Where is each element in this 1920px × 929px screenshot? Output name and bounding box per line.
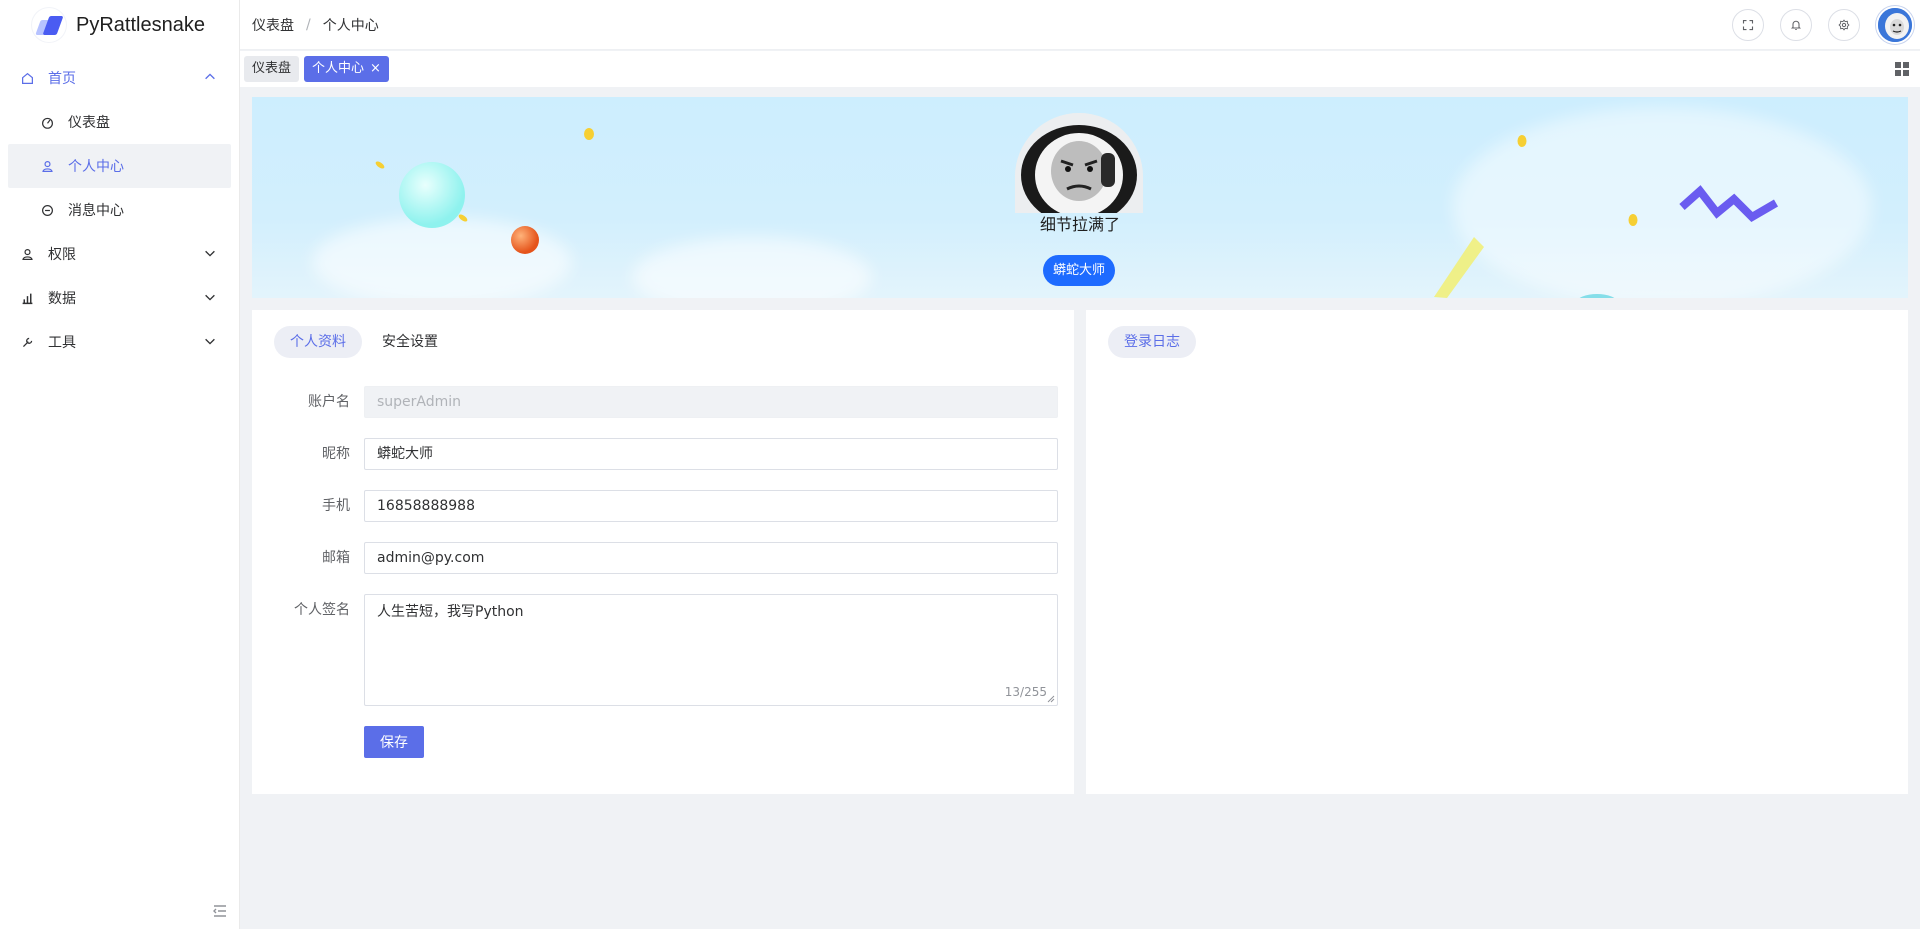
profile-nickname: 细节拉满了 [1039,215,1120,234]
sidebar-item-permission[interactable]: 权限 [0,232,239,276]
chevron-down-icon [205,250,215,257]
sidebar-item-profile[interactable]: 个人中心 [8,144,231,188]
tab-login-log[interactable]: 登录日志 [1108,326,1196,358]
tab-security-settings[interactable]: 安全设置 [366,326,454,358]
collapse-sidebar-icon[interactable] [212,903,228,919]
login-log-card: 登录日志 [1086,310,1908,794]
breadcrumb-item: 个人中心 [322,17,379,34]
tab-label: 仪表盘 [252,61,292,76]
profile-card: 个人资料 安全设置 账户名 superAdmin 昵称 蟒蛇大师 手机 1685… [252,310,1074,794]
account-field: superAdmin [364,386,1058,418]
signature-text: 人生苦短，我写Python [377,604,524,620]
profile-tabs: 个人资料 安全设置 [274,326,458,358]
chevron-up-icon [205,73,215,80]
account-label: 账户名 [308,394,350,410]
chart-icon [20,291,34,305]
avatar-image-icon [1878,8,1912,42]
breadcrumb: 仪表盘 / 个人中心 [240,15,379,35]
nickname-label: 昵称 [322,446,350,462]
email-label: 邮箱 [322,550,350,566]
resize-handle-icon[interactable] [1047,695,1055,703]
profile-banner: 细节拉满了 蟒蛇大师 [252,97,1908,298]
user-avatar[interactable] [1876,6,1914,44]
save-button[interactable]: 保存 [364,726,424,758]
header-actions [1716,0,1920,50]
grid-menu-icon[interactable] [1894,61,1910,77]
phone-field[interactable]: 16858888988 [364,490,1058,522]
char-counter: 13/255 [1004,685,1047,699]
signature-textarea[interactable]: 人生苦短，我写Python 13/255 [364,594,1058,706]
chevron-down-icon [205,338,215,345]
email-field[interactable]: admin@py.com [364,542,1058,574]
sidebar-item-label: 工具 [48,335,76,351]
sidebar-item-label: 首页 [48,71,76,87]
tab-label: 个人中心 [312,61,365,76]
nickname-row: 昵称 蟒蛇大师 [252,438,1074,470]
sidebar-item-dashboard[interactable]: 仪表盘 [0,100,239,144]
settings-button[interactable] [1828,9,1860,41]
home-icon [20,71,34,85]
tab-dashboard[interactable]: 仪表盘 [244,56,300,82]
phone-row: 手机 16858888988 [252,490,1074,522]
email-row: 邮箱 admin@py.com [252,542,1074,574]
app-logo[interactable]: PyRattlesnake [0,0,239,50]
message-icon [40,203,54,217]
chevron-down-icon [205,294,215,301]
fullscreen-button[interactable] [1732,9,1764,41]
log-tabs: 登录日志 [1108,326,1200,358]
tool-icon [20,335,34,349]
sidebar-item-label: 数据 [48,291,76,307]
dashboard-icon [40,115,54,129]
signature-row: 个人签名 人生苦短，我写Python 13/255 [252,594,1074,706]
tab-personal-info[interactable]: 个人资料 [274,326,362,358]
sidebar-item-label: 消息中心 [68,203,124,219]
signature-label: 个人签名 [294,602,350,618]
permission-icon [20,247,34,261]
role-badge: 蟒蛇大师 [1043,255,1116,286]
sidebar-menu: 首页 仪表盘 个人中心 消息中心 权限 数据 工具 [0,56,239,364]
logo-icon [32,8,66,42]
account-row: 账户名 superAdmin [252,386,1074,418]
breadcrumb-item[interactable]: 仪表盘 [252,15,294,35]
user-icon [40,159,54,173]
sidebar: PyRattlesnake 首页 仪表盘 个人中心 消息中心 权限 数据 工具 [0,0,240,929]
fullscreen-icon [1742,19,1754,31]
app-name: PyRattlesnake [76,13,205,36]
sidebar-item-home[interactable]: 首页 [0,56,239,100]
sidebar-item-messages[interactable]: 消息中心 [0,188,239,232]
top-header: 仪表盘 / 个人中心 [240,0,1920,50]
gear-icon [1838,19,1850,31]
close-icon[interactable]: × [370,56,381,82]
notification-button[interactable] [1780,9,1812,41]
tab-profile[interactable]: 个人中心 × [304,56,389,82]
sidebar-item-label: 仪表盘 [68,115,110,131]
sidebar-item-label: 个人中心 [68,159,124,175]
nickname-field[interactable]: 蟒蛇大师 [364,438,1058,470]
breadcrumb-separator: / [306,16,311,33]
sidebar-item-label: 权限 [48,247,76,263]
phone-label: 手机 [322,498,350,514]
sidebar-item-tools[interactable]: 工具 [0,320,239,364]
bell-icon [1790,20,1802,31]
tabs-bar: 仪表盘 个人中心 × [240,51,1920,87]
sidebar-item-data[interactable]: 数据 [0,276,239,320]
